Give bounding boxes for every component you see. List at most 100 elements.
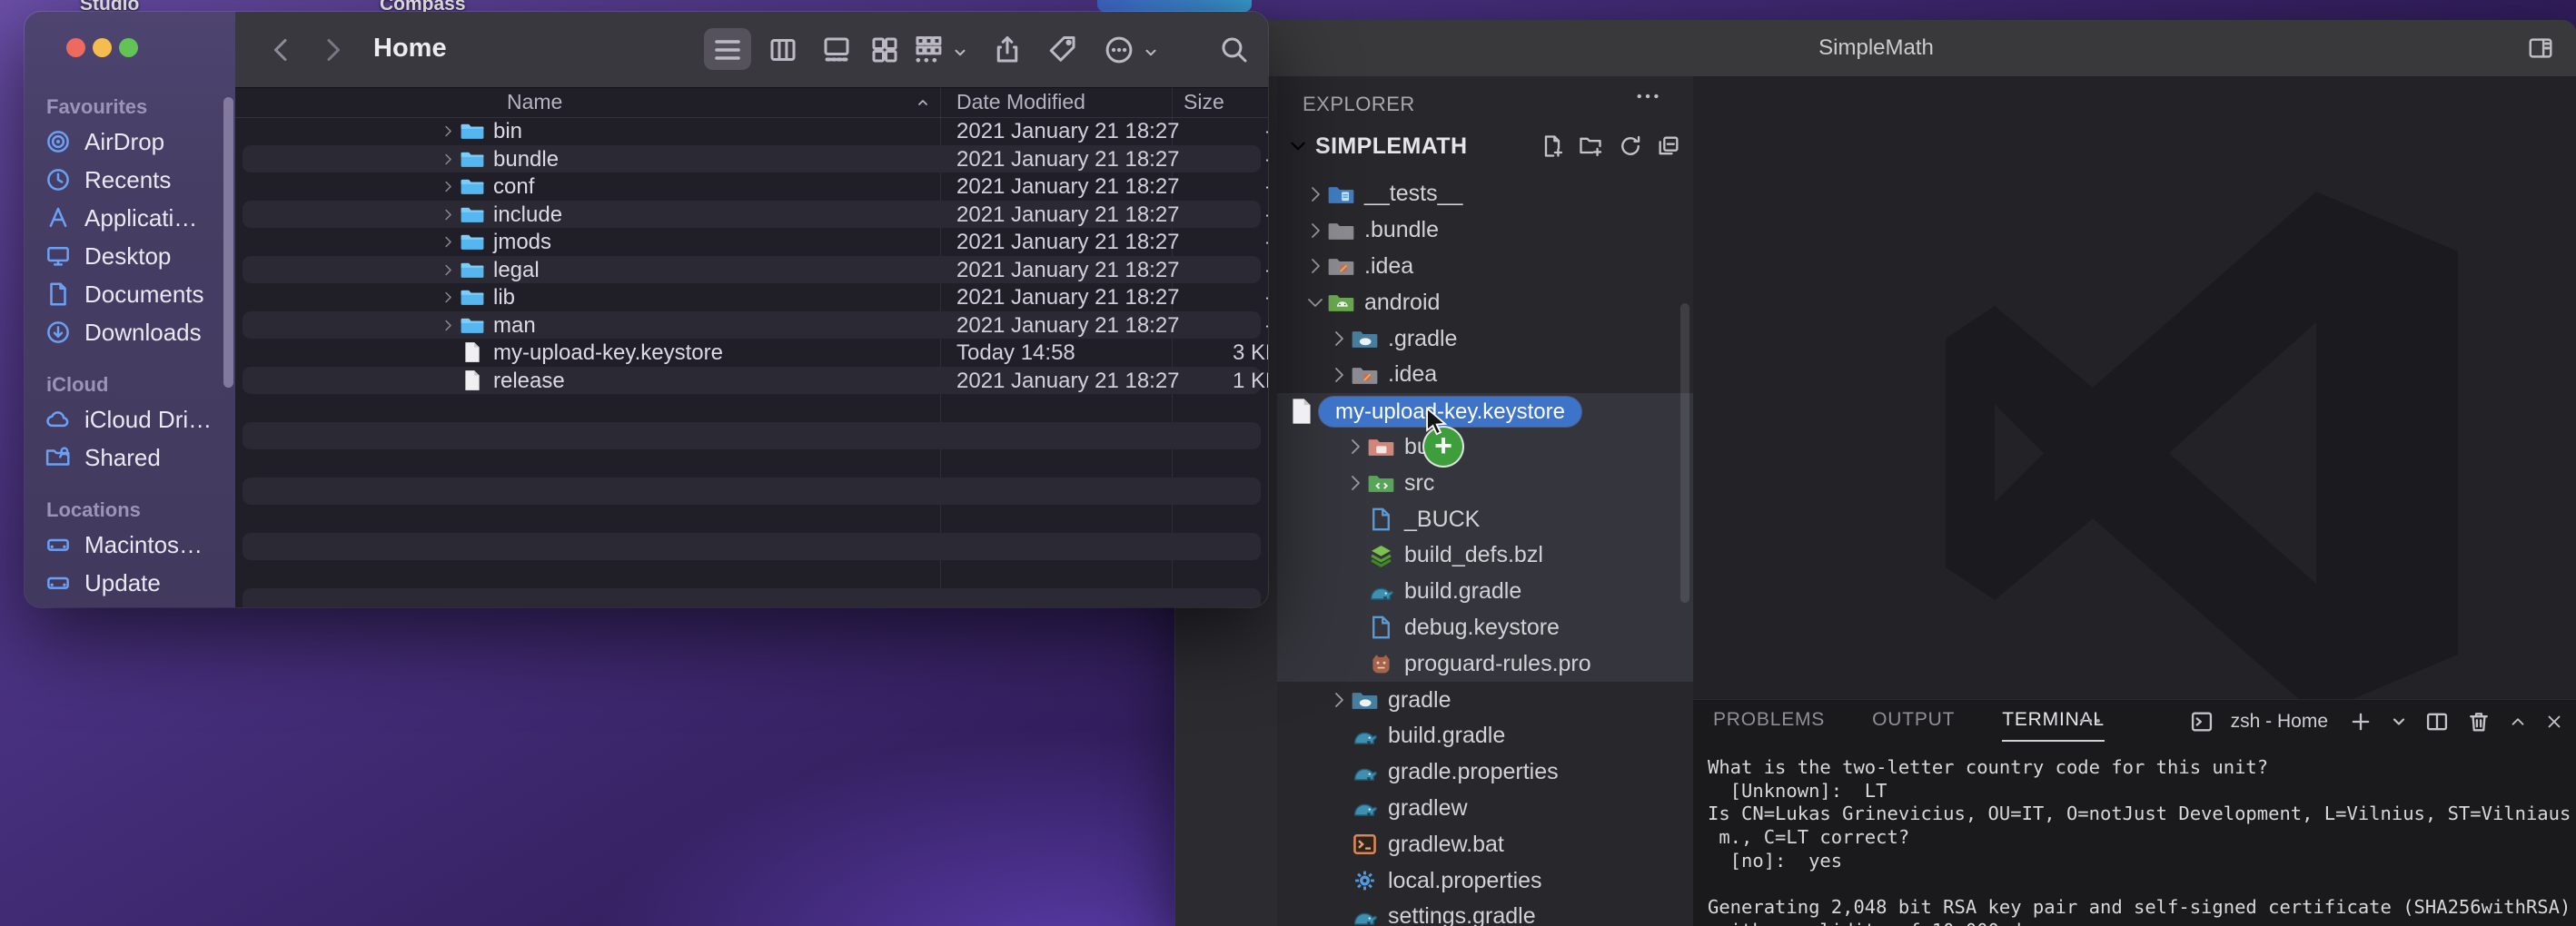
table-row[interactable]: man2021 January 21 18:27--Folder bbox=[235, 311, 1268, 340]
disclosure-chevron-icon[interactable] bbox=[440, 179, 455, 194]
sidebar-item-downloads[interactable]: Downloads bbox=[45, 313, 235, 351]
search-icon[interactable] bbox=[1218, 34, 1251, 66]
sidebar-item-iclouddri[interactable]: iCloud Dri… bbox=[45, 400, 235, 438]
tree-item-android[interactable]: android bbox=[1277, 284, 1693, 320]
tree-item-.idea[interactable]: .idea bbox=[1277, 249, 1693, 285]
new-folder-icon[interactable] bbox=[1577, 133, 1604, 159]
sidebar-item-documents[interactable]: Documents bbox=[45, 275, 235, 313]
layout-panels-icon[interactable] bbox=[2526, 34, 2555, 62]
table-row[interactable]: include2021 January 21 18:27--Folder bbox=[235, 201, 1268, 229]
share-icon[interactable] bbox=[991, 34, 1024, 66]
icon-view-icon[interactable] bbox=[868, 34, 901, 66]
table-row[interactable]: lib2021 January 21 18:27--Folder bbox=[235, 283, 1268, 311]
disclosure-chevron-icon[interactable] bbox=[440, 152, 455, 167]
table-row[interactable]: jmods2021 January 21 18:27--Folder bbox=[235, 228, 1268, 256]
explorer-more-icon[interactable] bbox=[1631, 82, 1664, 111]
column-header-date[interactable]: Date Modified bbox=[956, 90, 1085, 114]
disclosure-chevron-icon[interactable] bbox=[440, 123, 455, 139]
zoom-button[interactable] bbox=[119, 38, 138, 57]
table-row[interactable]: bin2021 January 21 18:27--Folder bbox=[235, 117, 1268, 145]
back-icon[interactable] bbox=[266, 34, 299, 66]
tree-item-my-upload-key.keystore[interactable]: my-upload-key.keystore+ bbox=[1277, 393, 1693, 429]
chevron-right-icon[interactable] bbox=[1344, 472, 1366, 494]
column-header-name[interactable]: Name bbox=[507, 90, 562, 114]
tab-output[interactable]: OUTPUT bbox=[1872, 700, 1955, 740]
split-terminal-icon[interactable] bbox=[2424, 709, 2450, 734]
tree-item-proguard-rules.pro[interactable]: proguard-rules.pro bbox=[1277, 645, 1693, 682]
tree-item-gradlew.bat[interactable]: gradlew.bat bbox=[1277, 826, 1693, 862]
chevron-down-icon[interactable] bbox=[1304, 291, 1326, 313]
chevron-down-icon[interactable] bbox=[1286, 134, 1310, 158]
panel-more-icon[interactable] bbox=[2075, 707, 2105, 734]
tree-item-.gradle[interactable]: .gradle bbox=[1277, 320, 1693, 357]
sidebar-item-shared[interactable]: Shared bbox=[45, 438, 235, 477]
tree-item-build[interactable]: build bbox=[1277, 429, 1693, 466]
sidebar-item-update[interactable]: Update bbox=[45, 564, 235, 602]
sidebar-item-desktop[interactable]: Desktop bbox=[45, 237, 235, 275]
tab-problems[interactable]: PROBLEMS bbox=[1713, 700, 1825, 740]
tree-item-gradle[interactable]: gradle bbox=[1277, 682, 1693, 718]
chevron-right-icon[interactable] bbox=[1304, 220, 1326, 241]
disclosure-chevron-icon[interactable] bbox=[440, 318, 455, 333]
gallery-view-icon[interactable] bbox=[820, 34, 853, 66]
chevron-right-icon[interactable] bbox=[1328, 689, 1350, 711]
disclosure-chevron-icon[interactable] bbox=[440, 290, 455, 305]
table-row[interactable]: release2021 January 21 18:271 KBDocument bbox=[235, 367, 1268, 395]
tree-item-gradlew[interactable]: gradlew bbox=[1277, 791, 1693, 827]
chevron-right-icon[interactable] bbox=[1304, 183, 1326, 205]
chevron-right-icon[interactable] bbox=[1344, 436, 1366, 458]
tree-item-.bundle[interactable]: .bundle bbox=[1277, 212, 1693, 249]
table-row[interactable]: my-upload-key.keystoreToday 14:583 KBDoc… bbox=[235, 339, 1268, 367]
column-header-size[interactable]: Size bbox=[1184, 90, 1224, 114]
new-file-icon[interactable] bbox=[1539, 133, 1566, 159]
tree-item-build.gradle[interactable]: build.gradle bbox=[1277, 718, 1693, 754]
tree-item-__tests__[interactable]: __tests__ bbox=[1277, 176, 1693, 212]
disclosure-chevron-icon[interactable] bbox=[440, 234, 455, 250]
close-panel-icon[interactable] bbox=[2544, 709, 2564, 734]
tree-item-src[interactable]: src bbox=[1277, 465, 1693, 501]
chevron-right-icon[interactable] bbox=[1328, 328, 1350, 350]
new-terminal-icon[interactable] bbox=[2348, 709, 2373, 734]
sidebar-scrollbar[interactable] bbox=[223, 97, 233, 388]
kill-terminal-icon[interactable] bbox=[2466, 709, 2492, 734]
tree-item-build_defs.bzl[interactable]: build_defs.bzl bbox=[1277, 537, 1693, 574]
tree-item-build.gradle[interactable]: build.gradle bbox=[1277, 574, 1693, 610]
sidebar-item-network[interactable]: Network bbox=[45, 602, 235, 607]
chevron-right-icon[interactable] bbox=[1304, 255, 1326, 277]
shell-label[interactable]: zsh - Home bbox=[2231, 711, 2328, 733]
more-chevron-icon[interactable] bbox=[1142, 44, 1160, 61]
minimize-button[interactable] bbox=[93, 38, 112, 57]
tree-item-_buck[interactable]: _BUCK bbox=[1277, 501, 1693, 537]
tree-item-.idea[interactable]: .idea bbox=[1277, 357, 1693, 393]
explorer-scrollbar[interactable] bbox=[1680, 303, 1689, 603]
group-by-icon[interactable] bbox=[912, 34, 945, 66]
group-by-chevron-icon[interactable] bbox=[951, 44, 969, 61]
table-row[interactable]: conf2021 January 21 18:27--Folder bbox=[235, 172, 1268, 201]
chevron-right-icon[interactable] bbox=[1328, 364, 1350, 386]
sidebar-item-airdrop[interactable]: AirDrop bbox=[45, 123, 235, 161]
forward-icon[interactable] bbox=[315, 34, 348, 66]
tree-item-gradle.properties[interactable]: gradle.properties bbox=[1277, 754, 1693, 791]
more-actions-icon[interactable] bbox=[1103, 34, 1135, 66]
terminal-output[interactable]: What is the two-letter country code for … bbox=[1708, 756, 2561, 926]
chevron-spacer bbox=[1344, 545, 1366, 566]
tree-item-local.properties[interactable]: local.properties bbox=[1277, 862, 1693, 899]
column-view-icon[interactable] bbox=[767, 34, 799, 66]
disclosure-chevron-icon[interactable] bbox=[440, 207, 455, 222]
table-row[interactable]: bundle2021 January 21 18:27--Folder bbox=[235, 145, 1268, 173]
collapse-all-icon[interactable] bbox=[1655, 133, 1682, 159]
table-row[interactable]: legal2021 January 21 18:27--Folder bbox=[235, 256, 1268, 284]
close-button[interactable] bbox=[66, 38, 85, 57]
sidebar-item-applicati[interactable]: Applicati… bbox=[45, 199, 235, 237]
maximize-panel-icon[interactable] bbox=[2508, 709, 2528, 734]
disclosure-chevron-icon[interactable] bbox=[440, 262, 455, 278]
tree-item-debug.keystore[interactable]: debug.keystore bbox=[1277, 610, 1693, 646]
refresh-icon[interactable] bbox=[1617, 133, 1644, 159]
list-view-icon[interactable] bbox=[711, 34, 744, 66]
sidebar-item-recents[interactable]: Recents bbox=[45, 161, 235, 199]
project-section-header[interactable]: SIMPLEMATH bbox=[1277, 127, 1693, 165]
terminal-dropdown-icon[interactable] bbox=[2390, 709, 2408, 734]
sidebar-item-macintos[interactable]: Macintos… bbox=[45, 526, 235, 564]
tree-item-settings.gradle[interactable]: settings.gradle bbox=[1277, 899, 1693, 926]
tag-icon[interactable] bbox=[1046, 34, 1079, 66]
